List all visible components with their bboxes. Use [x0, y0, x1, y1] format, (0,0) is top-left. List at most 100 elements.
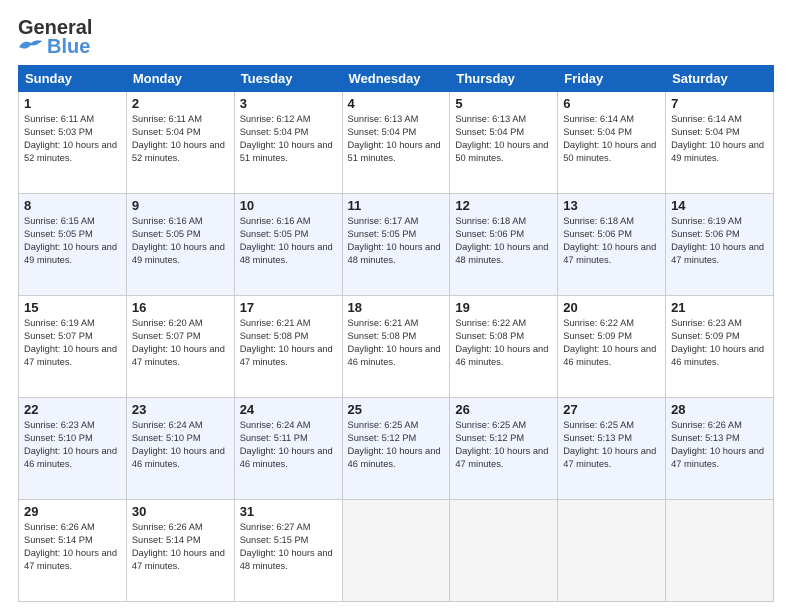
day-number: 4	[348, 96, 445, 111]
calendar-header-wednesday: Wednesday	[342, 66, 450, 92]
calendar-cell: 23 Sunrise: 6:24 AMSunset: 5:10 PMDaylig…	[126, 398, 234, 500]
day-number: 11	[348, 198, 445, 213]
cell-details: Sunrise: 6:19 AMSunset: 5:07 PMDaylight:…	[24, 318, 117, 367]
calendar-header-row: SundayMondayTuesdayWednesdayThursdayFrid…	[19, 66, 774, 92]
day-number: 16	[132, 300, 229, 315]
calendar-cell: 26 Sunrise: 6:25 AMSunset: 5:12 PMDaylig…	[450, 398, 558, 500]
cell-details: Sunrise: 6:21 AMSunset: 5:08 PMDaylight:…	[240, 318, 333, 367]
calendar-cell: 17 Sunrise: 6:21 AMSunset: 5:08 PMDaylig…	[234, 296, 342, 398]
day-number: 2	[132, 96, 229, 111]
calendar-cell: 7 Sunrise: 6:14 AMSunset: 5:04 PMDayligh…	[666, 92, 774, 194]
calendar-header-sunday: Sunday	[19, 66, 127, 92]
cell-details: Sunrise: 6:13 AMSunset: 5:04 PMDaylight:…	[348, 114, 441, 163]
day-number: 12	[455, 198, 552, 213]
cell-details: Sunrise: 6:11 AMSunset: 5:04 PMDaylight:…	[132, 114, 225, 163]
calendar-week-row: 29 Sunrise: 6:26 AMSunset: 5:14 PMDaylig…	[19, 500, 774, 602]
calendar-cell: 10 Sunrise: 6:16 AMSunset: 5:05 PMDaylig…	[234, 194, 342, 296]
calendar-cell: 12 Sunrise: 6:18 AMSunset: 5:06 PMDaylig…	[450, 194, 558, 296]
cell-details: Sunrise: 6:25 AMSunset: 5:12 PMDaylight:…	[348, 420, 441, 469]
day-number: 28	[671, 402, 768, 417]
cell-details: Sunrise: 6:18 AMSunset: 5:06 PMDaylight:…	[563, 216, 656, 265]
day-number: 3	[240, 96, 337, 111]
day-number: 5	[455, 96, 552, 111]
day-number: 21	[671, 300, 768, 315]
cell-details: Sunrise: 6:20 AMSunset: 5:07 PMDaylight:…	[132, 318, 225, 367]
cell-details: Sunrise: 6:17 AMSunset: 5:05 PMDaylight:…	[348, 216, 441, 265]
page: General Blue SundayMondayTuesdayWednesda…	[0, 0, 792, 612]
day-number: 17	[240, 300, 337, 315]
cell-details: Sunrise: 6:22 AMSunset: 5:08 PMDaylight:…	[455, 318, 548, 367]
calendar-week-row: 15 Sunrise: 6:19 AMSunset: 5:07 PMDaylig…	[19, 296, 774, 398]
cell-details: Sunrise: 6:23 AMSunset: 5:10 PMDaylight:…	[24, 420, 117, 469]
cell-details: Sunrise: 6:16 AMSunset: 5:05 PMDaylight:…	[132, 216, 225, 265]
calendar-cell: 30 Sunrise: 6:26 AMSunset: 5:14 PMDaylig…	[126, 500, 234, 602]
calendar-cell: 19 Sunrise: 6:22 AMSunset: 5:08 PMDaylig…	[450, 296, 558, 398]
cell-details: Sunrise: 6:13 AMSunset: 5:04 PMDaylight:…	[455, 114, 548, 163]
cell-details: Sunrise: 6:26 AMSunset: 5:13 PMDaylight:…	[671, 420, 764, 469]
calendar-header-tuesday: Tuesday	[234, 66, 342, 92]
calendar-cell: 18 Sunrise: 6:21 AMSunset: 5:08 PMDaylig…	[342, 296, 450, 398]
calendar-cell: 3 Sunrise: 6:12 AMSunset: 5:04 PMDayligh…	[234, 92, 342, 194]
cell-details: Sunrise: 6:16 AMSunset: 5:05 PMDaylight:…	[240, 216, 333, 265]
calendar-cell: 27 Sunrise: 6:25 AMSunset: 5:13 PMDaylig…	[558, 398, 666, 500]
calendar-cell: 25 Sunrise: 6:25 AMSunset: 5:12 PMDaylig…	[342, 398, 450, 500]
calendar-header-saturday: Saturday	[666, 66, 774, 92]
calendar-cell: 24 Sunrise: 6:24 AMSunset: 5:11 PMDaylig…	[234, 398, 342, 500]
calendar-cell: 13 Sunrise: 6:18 AMSunset: 5:06 PMDaylig…	[558, 194, 666, 296]
header: General Blue	[18, 18, 774, 57]
calendar-cell	[342, 500, 450, 602]
day-number: 6	[563, 96, 660, 111]
calendar-cell: 1 Sunrise: 6:11 AMSunset: 5:03 PMDayligh…	[19, 92, 127, 194]
calendar-cell: 2 Sunrise: 6:11 AMSunset: 5:04 PMDayligh…	[126, 92, 234, 194]
day-number: 23	[132, 402, 229, 417]
cell-details: Sunrise: 6:24 AMSunset: 5:10 PMDaylight:…	[132, 420, 225, 469]
day-number: 14	[671, 198, 768, 213]
cell-details: Sunrise: 6:26 AMSunset: 5:14 PMDaylight:…	[132, 522, 225, 571]
day-number: 22	[24, 402, 121, 417]
cell-details: Sunrise: 6:18 AMSunset: 5:06 PMDaylight:…	[455, 216, 548, 265]
calendar-cell: 9 Sunrise: 6:16 AMSunset: 5:05 PMDayligh…	[126, 194, 234, 296]
day-number: 18	[348, 300, 445, 315]
calendar-cell: 29 Sunrise: 6:26 AMSunset: 5:14 PMDaylig…	[19, 500, 127, 602]
day-number: 7	[671, 96, 768, 111]
calendar-cell: 22 Sunrise: 6:23 AMSunset: 5:10 PMDaylig…	[19, 398, 127, 500]
calendar-cell: 21 Sunrise: 6:23 AMSunset: 5:09 PMDaylig…	[666, 296, 774, 398]
cell-details: Sunrise: 6:11 AMSunset: 5:03 PMDaylight:…	[24, 114, 117, 163]
logo: General Blue	[18, 18, 92, 57]
calendar-cell: 14 Sunrise: 6:19 AMSunset: 5:06 PMDaylig…	[666, 194, 774, 296]
cell-details: Sunrise: 6:14 AMSunset: 5:04 PMDaylight:…	[671, 114, 764, 163]
cell-details: Sunrise: 6:15 AMSunset: 5:05 PMDaylight:…	[24, 216, 117, 265]
bird-icon	[18, 38, 44, 56]
day-number: 9	[132, 198, 229, 213]
day-number: 10	[240, 198, 337, 213]
calendar-cell: 8 Sunrise: 6:15 AMSunset: 5:05 PMDayligh…	[19, 194, 127, 296]
calendar-header-monday: Monday	[126, 66, 234, 92]
calendar-cell: 20 Sunrise: 6:22 AMSunset: 5:09 PMDaylig…	[558, 296, 666, 398]
cell-details: Sunrise: 6:21 AMSunset: 5:08 PMDaylight:…	[348, 318, 441, 367]
calendar-week-row: 8 Sunrise: 6:15 AMSunset: 5:05 PMDayligh…	[19, 194, 774, 296]
day-number: 25	[348, 402, 445, 417]
calendar-cell	[666, 500, 774, 602]
logo-blue-text: Blue	[47, 37, 90, 57]
calendar-table: SundayMondayTuesdayWednesdayThursdayFrid…	[18, 65, 774, 602]
day-number: 29	[24, 504, 121, 519]
calendar-header-friday: Friday	[558, 66, 666, 92]
day-number: 20	[563, 300, 660, 315]
cell-details: Sunrise: 6:25 AMSunset: 5:12 PMDaylight:…	[455, 420, 548, 469]
day-number: 13	[563, 198, 660, 213]
calendar-cell: 5 Sunrise: 6:13 AMSunset: 5:04 PMDayligh…	[450, 92, 558, 194]
calendar-cell: 11 Sunrise: 6:17 AMSunset: 5:05 PMDaylig…	[342, 194, 450, 296]
cell-details: Sunrise: 6:22 AMSunset: 5:09 PMDaylight:…	[563, 318, 656, 367]
day-number: 24	[240, 402, 337, 417]
calendar-week-row: 1 Sunrise: 6:11 AMSunset: 5:03 PMDayligh…	[19, 92, 774, 194]
calendar-cell: 16 Sunrise: 6:20 AMSunset: 5:07 PMDaylig…	[126, 296, 234, 398]
calendar-cell: 31 Sunrise: 6:27 AMSunset: 5:15 PMDaylig…	[234, 500, 342, 602]
calendar-cell: 6 Sunrise: 6:14 AMSunset: 5:04 PMDayligh…	[558, 92, 666, 194]
cell-details: Sunrise: 6:14 AMSunset: 5:04 PMDaylight:…	[563, 114, 656, 163]
calendar-cell: 15 Sunrise: 6:19 AMSunset: 5:07 PMDaylig…	[19, 296, 127, 398]
cell-details: Sunrise: 6:12 AMSunset: 5:04 PMDaylight:…	[240, 114, 333, 163]
day-number: 27	[563, 402, 660, 417]
cell-details: Sunrise: 6:19 AMSunset: 5:06 PMDaylight:…	[671, 216, 764, 265]
day-number: 1	[24, 96, 121, 111]
day-number: 30	[132, 504, 229, 519]
